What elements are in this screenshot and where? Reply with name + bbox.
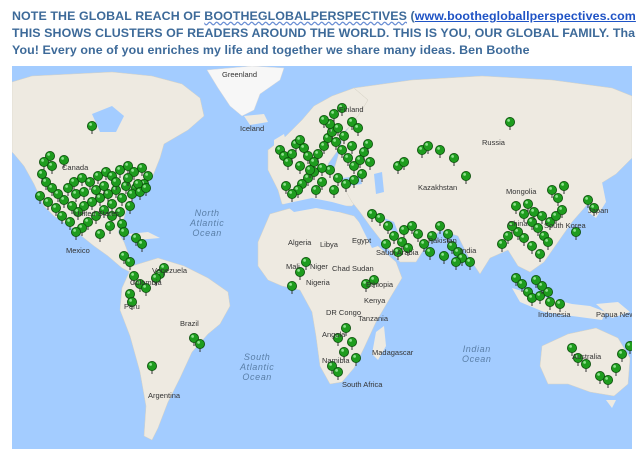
label-egypt: Egypt bbox=[352, 236, 372, 245]
label-south-korea: South Korea bbox=[544, 221, 586, 230]
site-url-link[interactable]: www.boothegloballperspectives.com bbox=[415, 9, 636, 23]
brand-name: BOOTHEGLOBALPERSPECTIVES bbox=[204, 9, 408, 23]
reader-marker[interactable] bbox=[286, 280, 297, 294]
caption-prefix: NOTE THE GLOBAL REACH OF bbox=[12, 9, 205, 23]
label-angola: Angola bbox=[322, 330, 346, 339]
caption-line-3: You! Every one of you enriches my life a… bbox=[12, 43, 530, 57]
world-map[interactable]: Greenland Iceland Finland Russia Canada … bbox=[12, 66, 632, 449]
reader-marker[interactable] bbox=[450, 256, 461, 270]
reader-marker[interactable] bbox=[71, 226, 82, 240]
label-madagascar: Madagascar bbox=[372, 348, 414, 357]
label-chad: Chad bbox=[332, 264, 350, 273]
label-china: China bbox=[508, 219, 528, 228]
label-indonesia: Indonesia bbox=[538, 310, 571, 319]
label-libya: Libya bbox=[320, 240, 338, 249]
land-tasmania bbox=[606, 400, 616, 408]
label-papua-new-guinea: Papua New Guinea bbox=[596, 310, 632, 319]
caption-line-1: NOTE THE GLOBAL REACH OF BOOTHEGLOBALPER… bbox=[12, 8, 636, 25]
label-dr-congo: DR Congo bbox=[326, 308, 362, 317]
label-indian-ocean: Indian Ocean bbox=[462, 344, 492, 364]
label-finland: Finland bbox=[339, 105, 364, 114]
reader-marker[interactable] bbox=[424, 246, 435, 260]
label-south-africa: South Africa bbox=[342, 380, 383, 389]
label-niger: Niger bbox=[310, 262, 328, 271]
label-japan: Japan bbox=[588, 206, 609, 215]
caption-line-2: THIS SHOWS CLUSTERS OF READERS AROUND TH… bbox=[12, 26, 636, 40]
label-namibia: Namibia bbox=[322, 356, 350, 365]
label-south-atlantic-ocean: South Atlantic Ocean bbox=[240, 352, 275, 382]
label-venezuela: Venezuela bbox=[152, 266, 188, 275]
label-ethiopia: Ethiopia bbox=[366, 280, 394, 289]
label-saudi-arabia: Saudi Arabia bbox=[376, 248, 419, 257]
map-land bbox=[12, 66, 632, 441]
label-australia: Australia bbox=[572, 352, 602, 361]
label-india: India bbox=[460, 246, 477, 255]
label-peru: Peru bbox=[124, 302, 140, 311]
label-iceland: Iceland bbox=[240, 124, 265, 133]
reader-marker[interactable] bbox=[125, 200, 136, 214]
label-brazil: Brazil bbox=[180, 319, 199, 328]
label-kazakhstan: Kazakhstan bbox=[418, 183, 458, 192]
label-russia: Russia bbox=[482, 138, 505, 147]
label-north-atlantic-ocean: North Atlantic Ocean bbox=[190, 208, 225, 238]
label-mali: Mali bbox=[286, 262, 300, 271]
label-mongolia: Mongolia bbox=[506, 187, 537, 196]
label-algeria: Algeria bbox=[288, 238, 312, 247]
paren-open: ( bbox=[407, 9, 415, 23]
label-pakistan: Pakistan bbox=[428, 236, 457, 245]
label-nigeria: Nigeria bbox=[306, 278, 330, 287]
reader-marker[interactable] bbox=[464, 256, 475, 270]
label-sudan: Sudan bbox=[352, 264, 374, 273]
label-argentina: Argentina bbox=[148, 391, 181, 400]
label-tanzania: Tanzania bbox=[358, 314, 389, 323]
reader-marker[interactable] bbox=[438, 250, 449, 264]
reader-marker[interactable] bbox=[194, 338, 205, 352]
label-mexico: Mexico bbox=[66, 246, 90, 255]
caption: NOTE THE GLOBAL REACH OF BOOTHEGLOBALPER… bbox=[12, 8, 636, 59]
label-colombia: Colombia bbox=[130, 278, 162, 287]
label-united-states: United States bbox=[74, 209, 120, 218]
label-greenland: Greenland bbox=[222, 70, 258, 79]
label-canada: Canada bbox=[62, 163, 89, 172]
label-kenya: Kenya bbox=[364, 296, 386, 305]
reader-marker[interactable] bbox=[137, 238, 148, 252]
